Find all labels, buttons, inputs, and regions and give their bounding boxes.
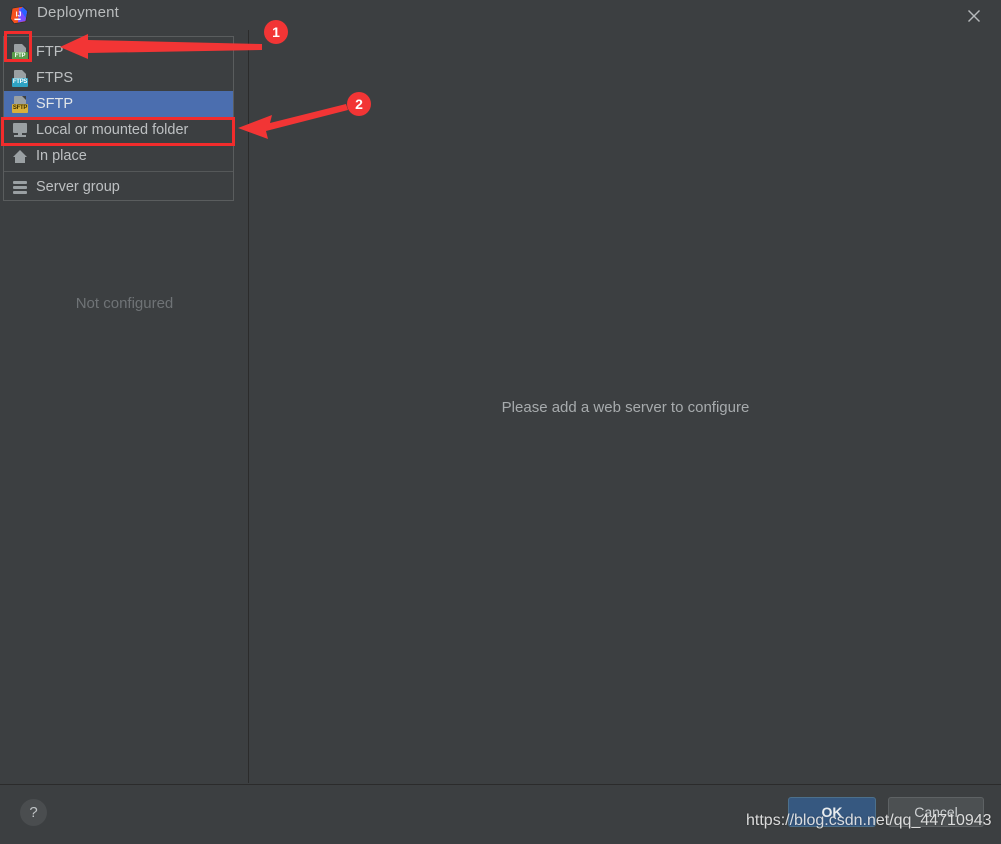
question-mark-icon: ? (29, 804, 38, 821)
deployment-type-menu: FTP FTP FTPS FTPS SFTP SFTP Local or mou… (3, 36, 234, 201)
server-group-icon (12, 179, 28, 195)
menu-item-label: In place (36, 148, 87, 164)
sftp-tag: SFTP (12, 104, 28, 113)
menu-item-ftps[interactable]: FTPS FTPS (4, 65, 233, 91)
ftps-tag: FTPS (12, 78, 28, 87)
server-config-panel: Please add a web server to configure (250, 30, 1001, 783)
menu-item-label: SFTP (36, 96, 74, 112)
menu-item-sftp[interactable]: SFTP SFTP (4, 91, 233, 117)
close-icon[interactable] (963, 5, 985, 27)
server-list-empty-text: Not configured (75, 295, 174, 312)
menu-item-label: FTP (36, 44, 64, 60)
menu-item-in-place[interactable]: In place (4, 143, 233, 169)
menu-item-label: FTPS (36, 70, 74, 86)
monitor-icon (12, 122, 28, 138)
config-empty-text: Please add a web server to configure (501, 399, 750, 416)
home-icon (12, 148, 28, 164)
ftp-server-icon: FTP (12, 44, 28, 61)
ftps-server-icon: FTPS (12, 70, 28, 87)
menu-item-server-group[interactable]: Server group (4, 174, 233, 200)
menu-item-local-or-mounted-folder[interactable]: Local or mounted folder (4, 117, 233, 143)
menu-separator (4, 171, 233, 172)
menu-item-ftp[interactable]: FTP FTP (4, 39, 233, 65)
help-button[interactable]: ? (20, 799, 47, 826)
dialog-titlebar: IJ Deployment (0, 0, 1001, 30)
page-title: Deployment (37, 4, 120, 21)
deployment-dialog: IJ Deployment Not configured FTP FTP FTP… (0, 0, 1001, 844)
intellij-idea-icon: IJ (10, 6, 28, 24)
ftp-tag: FTP (12, 52, 28, 61)
menu-item-label: Server group (36, 179, 120, 195)
watermark-text: https://blog.csdn.net/qq_44710943 (746, 812, 992, 829)
svg-text:IJ: IJ (16, 12, 22, 19)
sftp-server-icon: SFTP (12, 96, 28, 113)
menu-item-label: Local or mounted folder (36, 122, 189, 138)
